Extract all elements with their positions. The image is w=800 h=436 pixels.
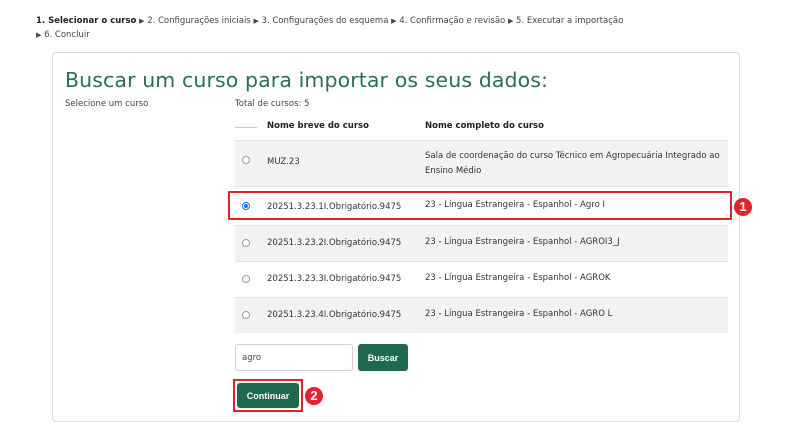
table-row[interactable]: MUZ.23 Sala de coordenação do curso Técn… [235,140,728,186]
select-course-label: Selecione um curso [65,99,149,109]
column-header-short-name: Nome breve do curso [267,121,369,131]
step-5: 5. Executar a importação [516,16,624,26]
course-short-name: 20251.3.23.2I.Obrigatório.9475 [267,238,402,248]
course-full-name: Sala de coordenação do curso Técnico em … [425,151,720,176]
total-courses: Total de cursos: 5 [235,99,310,109]
table-row[interactable]: 20251.3.23.3I.Obrigatório.9475 23 - Líng… [235,261,728,297]
table-row[interactable]: 20251.3.23.4I.Obrigatório.9475 23 - Líng… [235,297,728,333]
course-full-name: 23 - Língua Estrangeira - Espanhol - AGR… [425,273,611,283]
course-radio[interactable] [242,156,250,164]
search-button[interactable]: Buscar [358,344,408,371]
course-radio[interactable] [242,239,250,247]
course-short-name: 20251.3.23.4I.Obrigatório.9475 [267,310,402,320]
import-steps-breadcrumb: 1. Selecionar o curso ▶ 2. Configurações… [36,14,766,42]
course-radio[interactable] [242,311,250,319]
step-6: 6. Concluir [44,30,90,40]
step-separator-icon: ▶ [507,17,514,25]
selected-row-highlight [228,191,732,220]
step-2: 2. Configurações iniciais [147,16,251,26]
step-4: 4. Confirmação e revisão [399,16,506,26]
table-header-divider [235,127,257,128]
step-current: 1. Selecionar o curso [36,16,137,26]
step-separator-icon: ▶ [36,31,42,39]
step-3: 3. Configurações do esquema [261,16,389,26]
course-full-name: 23 - Língua Estrangeira - Espanhol - AGR… [425,309,613,319]
step-separator-icon: ▶ [139,17,145,25]
course-short-name: 20251.3.23.3I.Obrigatório.9475 [267,274,402,284]
step-separator-icon: ▶ [253,17,259,25]
column-header-full-name: Nome completo do curso [425,121,544,131]
search-input[interactable] [235,344,353,371]
continue-button[interactable]: Continuar [237,383,299,408]
course-radio[interactable] [242,275,250,283]
step-badge-2: 2 [305,387,323,405]
step-separator-icon: ▶ [391,17,397,25]
table-row[interactable]: 20251.3.23.2I.Obrigatório.9475 23 - Líng… [235,225,728,261]
step-badge-1: 1 [734,198,752,216]
course-full-name: 23 - Língua Estrangeira - Espanhol - AGR… [425,237,620,247]
page-title: Buscar um curso para importar os seus da… [65,68,549,92]
course-short-name: MUZ.23 [267,157,300,167]
